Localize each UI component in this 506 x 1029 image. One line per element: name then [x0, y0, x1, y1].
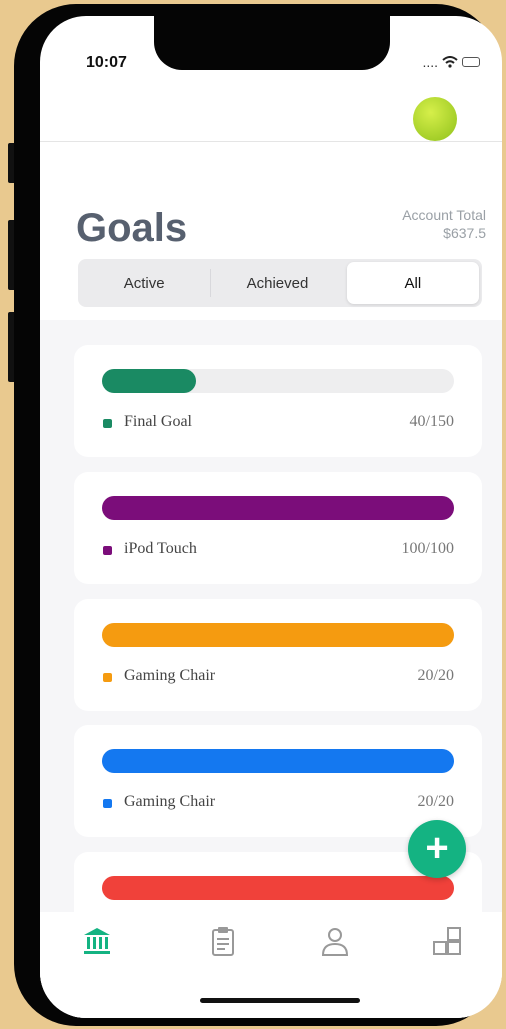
goal-name: Gaming Chair	[124, 667, 216, 684]
goal-progress-count: 100/100	[401, 540, 454, 557]
goal-name: Final Goal	[124, 413, 192, 430]
person-icon[interactable]	[318, 924, 352, 958]
avatar[interactable]	[413, 97, 457, 141]
goal-progress-track	[102, 749, 454, 773]
goal-progress-fill	[102, 369, 196, 393]
segment-active[interactable]: Active	[78, 259, 210, 307]
home-indicator	[200, 998, 360, 1003]
signal-indicator: ....	[422, 54, 438, 70]
goal-progress-track	[102, 369, 454, 393]
goal-name: Gaming Chair	[124, 793, 216, 810]
phone-frame: 10:07 .... Goals Account Total $637.5 Ac…	[14, 4, 502, 1026]
goal-card[interactable]: Gaming Chair 20/20	[74, 725, 482, 837]
bank-icon[interactable]	[80, 924, 114, 958]
goal-color-dot	[103, 673, 112, 682]
battery-icon	[462, 57, 480, 67]
goal-progress-fill	[102, 749, 454, 773]
page-title: Goals	[76, 206, 188, 250]
segment-achieved[interactable]: Achieved	[211, 259, 343, 307]
tab-bar	[40, 912, 502, 1018]
segment-all[interactable]: All	[346, 262, 479, 304]
goal-card[interactable]: Final Goal 40/150	[74, 345, 482, 457]
goal-color-dot	[103, 799, 112, 808]
boxes-icon[interactable]	[430, 924, 464, 958]
goal-progress-track	[102, 496, 454, 520]
add-goal-button[interactable]: +	[408, 820, 466, 878]
goal-progress-count: 20/20	[417, 793, 454, 810]
account-total: Account Total $637.5	[402, 206, 486, 242]
goal-progress-fill	[102, 623, 454, 647]
goal-name: iPod Touch	[124, 540, 197, 557]
goal-progress-count: 20/20	[417, 667, 454, 684]
goal-progress-count: 40/150	[409, 413, 454, 430]
account-total-value: $637.5	[443, 225, 486, 241]
goal-progress-track	[102, 623, 454, 647]
goal-card[interactable]: iPod Touch 100/100	[74, 472, 482, 584]
status-icons: ....	[422, 54, 480, 70]
goal-filter-segmented-control: Active Achieved All	[78, 259, 482, 307]
goal-color-dot	[103, 419, 112, 428]
goal-card[interactable]: Gaming Chair 20/20	[74, 599, 482, 711]
goal-progress-track	[102, 876, 454, 900]
account-total-label: Account Total	[402, 207, 486, 223]
screen: 10:07 .... Goals Account Total $637.5 Ac…	[40, 16, 502, 1018]
goal-progress-fill	[102, 496, 454, 520]
status-time: 10:07	[86, 54, 127, 71]
notch	[154, 16, 390, 70]
header-divider	[40, 141, 502, 142]
goal-color-dot	[103, 546, 112, 555]
wifi-icon	[442, 56, 458, 68]
clipboard-icon[interactable]	[206, 924, 240, 958]
goal-progress-fill	[102, 876, 454, 900]
